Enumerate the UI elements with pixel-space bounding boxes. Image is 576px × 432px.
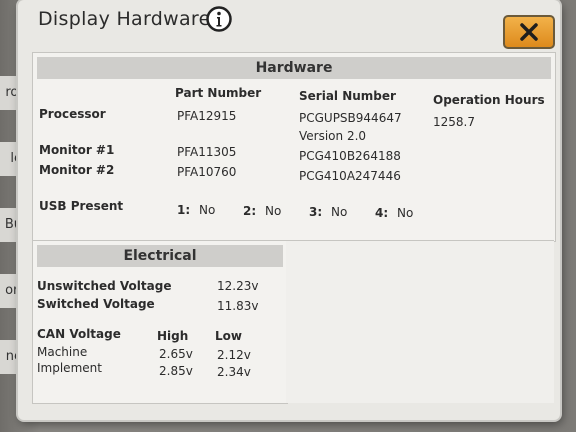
machine-label: Machine <box>37 345 88 359</box>
implement-low-value: 2.34v <box>217 365 251 379</box>
unswitched-voltage-value: 12.23v <box>217 279 259 293</box>
processor-part-number: PFA12915 <box>177 109 237 123</box>
machine-high-value: 2.65v <box>159 347 193 361</box>
close-button[interactable] <box>503 15 555 49</box>
hardware-section-title: Hardware <box>37 57 551 79</box>
implement-label: Implement <box>37 361 102 375</box>
display-hardware-dialog: Display Hardware Hardware Part Number Se… <box>18 0 560 420</box>
electrical-panel: Electrical Unswitched Voltage 12.23v Swi… <box>32 240 288 404</box>
close-x-icon <box>520 23 538 41</box>
empty-content-area <box>286 240 554 403</box>
usb-present-label: USB Present <box>39 199 124 213</box>
can-voltage-label: CAN Voltage <box>37 327 121 341</box>
info-icon[interactable] <box>206 6 232 32</box>
monitor1-part-number: PFA11305 <box>177 145 237 159</box>
usb-port-status: No <box>265 204 282 218</box>
usb-port-status: No <box>397 206 414 220</box>
usb-port-status: No <box>331 205 348 219</box>
part-number-header: Part Number <box>175 86 262 100</box>
operation-hours-header: Operation Hours <box>433 93 545 107</box>
monitor1-serial-number: PCG410B264188 <box>299 149 401 163</box>
usb-port-status: No <box>199 203 216 217</box>
can-low-header: Low <box>215 329 242 343</box>
processor-version: Version 2.0 <box>299 129 367 143</box>
usb-port-number: 3: <box>309 205 323 219</box>
usb-port-number: 1: <box>177 203 191 217</box>
switched-voltage-value: 11.83v <box>217 299 259 313</box>
implement-high-value: 2.85v <box>159 364 193 378</box>
usb-port-number: 4: <box>375 206 389 220</box>
usb-port-number: 2: <box>243 204 257 218</box>
unswitched-voltage-label: Unswitched Voltage <box>37 279 172 293</box>
hardware-panel: Hardware Part Number Serial Number Opera… <box>32 52 556 242</box>
machine-low-value: 2.12v <box>217 348 251 362</box>
can-high-header: High <box>157 329 189 343</box>
processor-label: Processor <box>39 107 106 121</box>
dialog-titlebar: Display Hardware <box>18 0 560 49</box>
electrical-section-title: Electrical <box>37 245 283 267</box>
monitor2-serial-number: PCG410A247446 <box>299 169 401 183</box>
monitor1-label: Monitor #1 <box>39 143 115 157</box>
serial-number-header: Serial Number <box>299 89 396 103</box>
dialog-title: Display Hardware <box>38 8 211 30</box>
processor-operation-hours: 1258.7 <box>433 115 475 129</box>
monitor2-label: Monitor #2 <box>39 163 115 177</box>
monitor2-part-number: PFA10760 <box>177 165 237 179</box>
processor-serial-number: PCGUPSB944647 <box>299 111 402 125</box>
switched-voltage-label: Switched Voltage <box>37 297 155 311</box>
